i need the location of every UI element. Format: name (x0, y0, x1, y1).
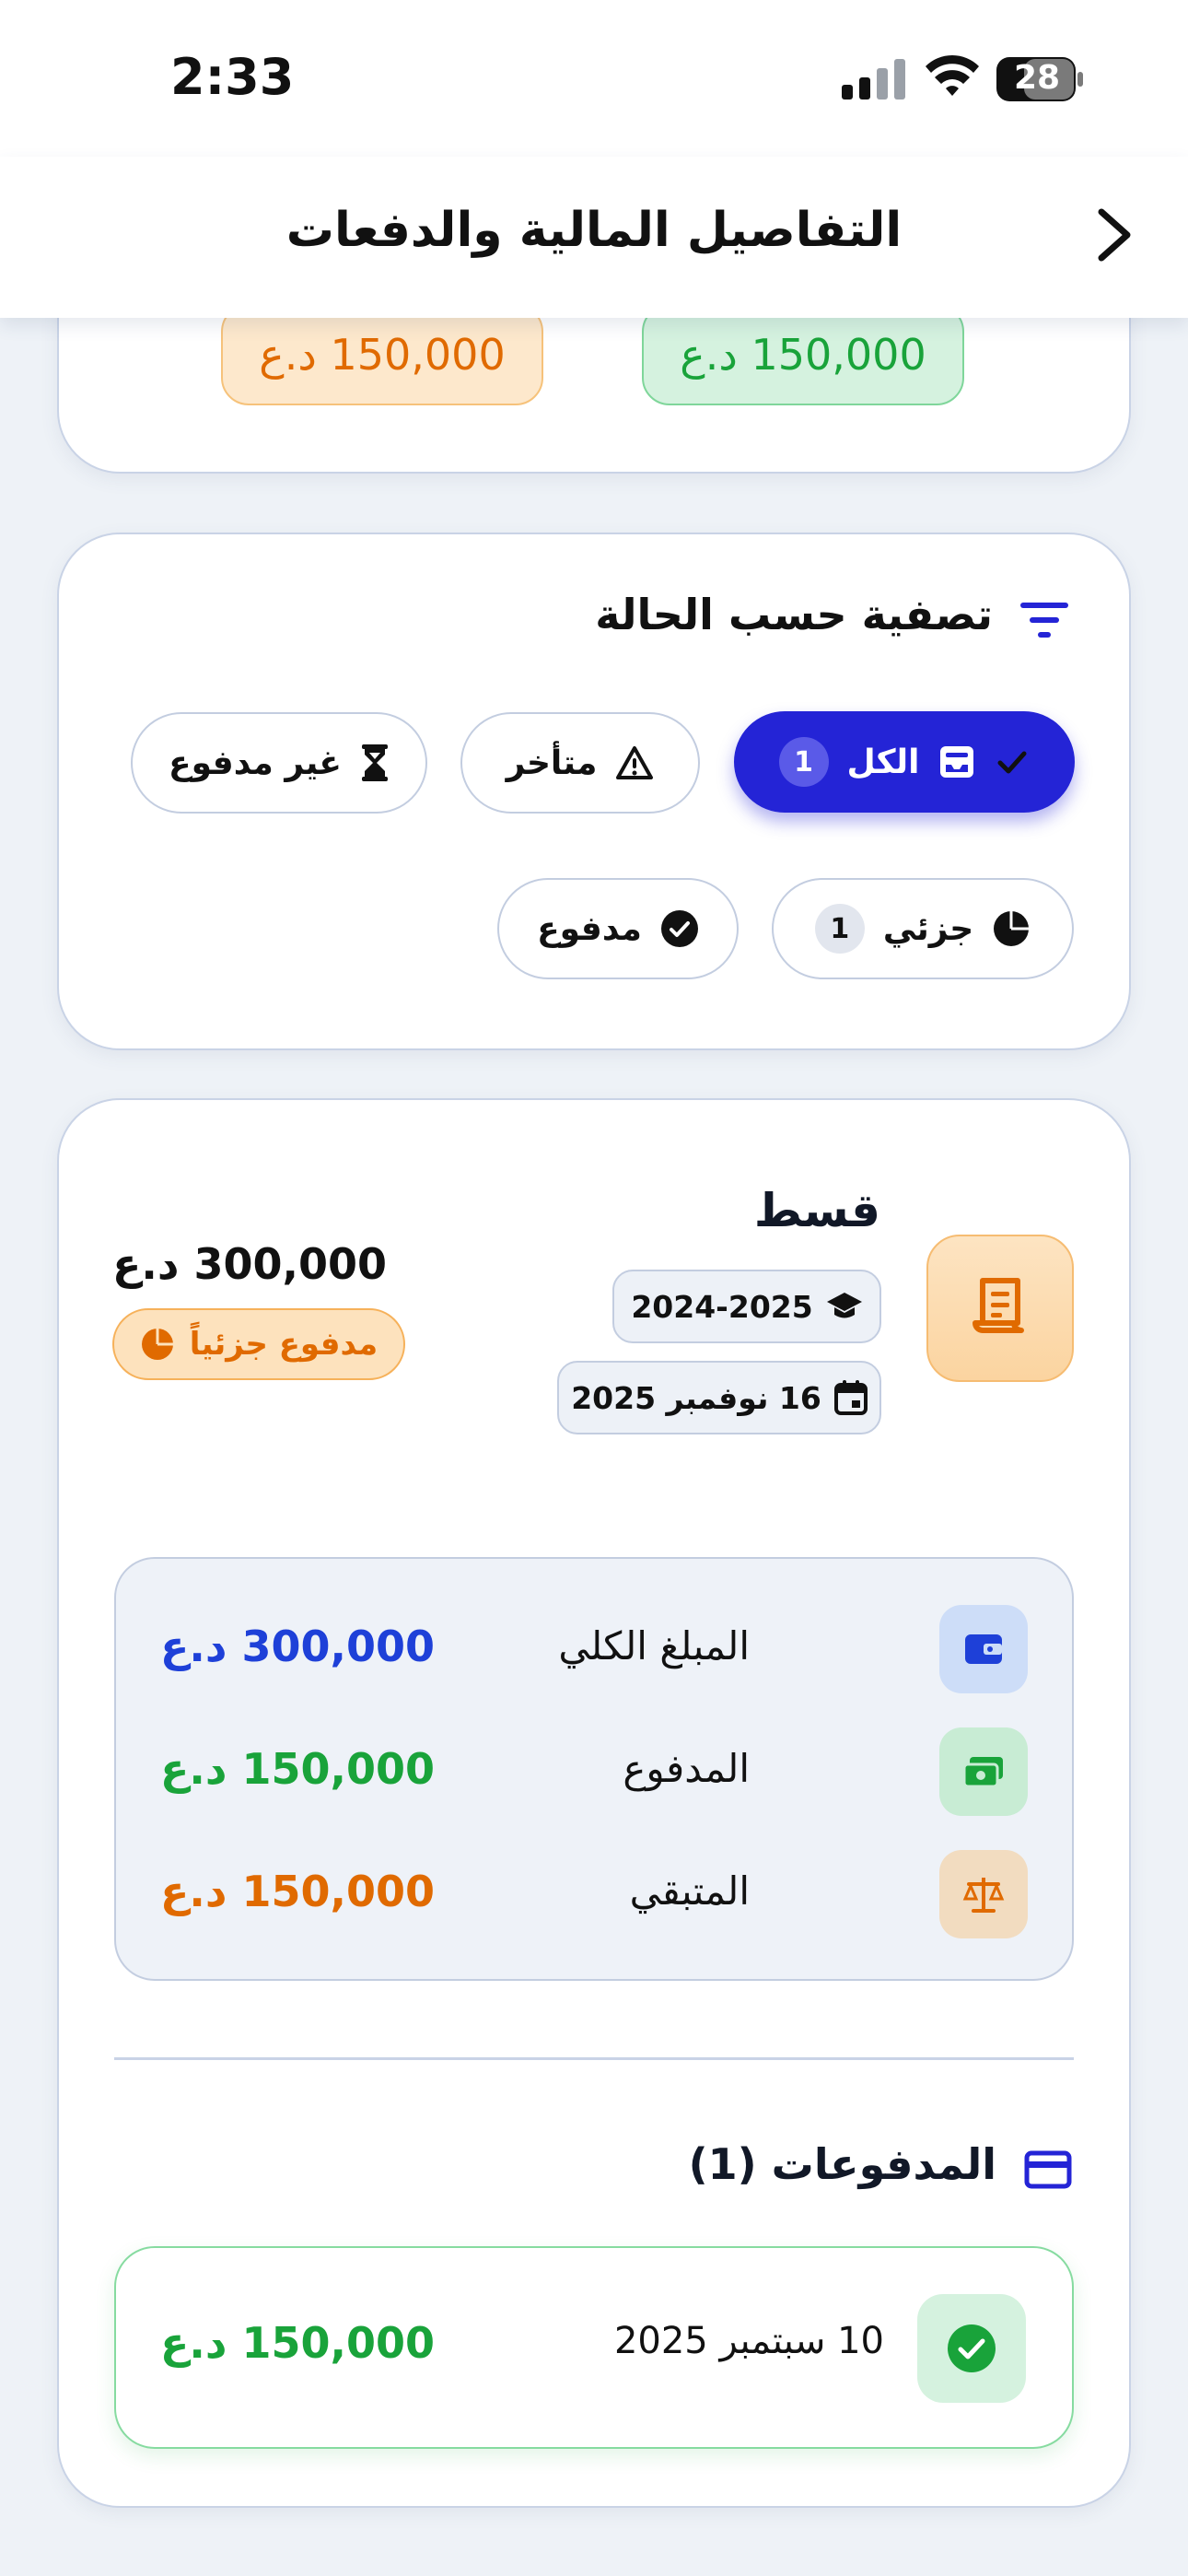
scale-icon-box (939, 1850, 1028, 1938)
installment-total: 300,000 د.ع (112, 1239, 388, 1289)
remaining-amount-value: 150,000 د.ع (160, 1867, 436, 1916)
page-title: التفاصيل المالية والدفعات (285, 203, 903, 258)
inbox-icon (940, 746, 974, 778)
academic-year-text: 2024-2025 (631, 1288, 813, 1325)
wallet-icon (965, 1634, 1002, 1664)
status-badge: مدفوع جزئياً (112, 1308, 405, 1380)
payment-status-icon-box (917, 2294, 1026, 2403)
battery-level: 28 (1013, 59, 1061, 97)
wifi-icon (926, 54, 979, 96)
credit-card-icon (1024, 2150, 1072, 2189)
filter-icon (1020, 603, 1068, 638)
payment-date: 10 سبتمبر 2025 (613, 2320, 884, 2362)
battery-icon: 28 (996, 57, 1085, 101)
remaining-amount-pill: 150,000 د.ع (221, 304, 543, 405)
calendar-icon (833, 1380, 868, 1415)
total-amount-row: المبلغ الكلي 300,000 د.ع (114, 1603, 1074, 1695)
filter-chip-paid[interactable]: مدفوع (497, 878, 739, 979)
due-date-tag: 16 نوفمبر 2025 (557, 1361, 881, 1434)
total-amount-label: المبلغ الكلي (558, 1623, 750, 1669)
filter-chip-partial[interactable]: جزئي 1 (772, 878, 1074, 979)
filter-chip-unpaid[interactable]: غير مدفوع (131, 712, 427, 814)
remaining-amount-label: المتبقي (629, 1868, 750, 1914)
filter-chip-all[interactable]: الكل 1 (734, 711, 1075, 813)
paid-amount-value: 150,000 د.ع (160, 1744, 436, 1794)
chevron-right-icon[interactable] (1087, 203, 1142, 267)
checkmark-icon (997, 751, 1027, 774)
remaining-amount-row: المتبقي 150,000 د.ع (114, 1848, 1074, 1940)
filter-chip-late[interactable]: متأخر (460, 712, 700, 814)
status-bar: 2:33 28 (0, 0, 1188, 157)
installment-title: قسط (753, 1184, 880, 1237)
wallet-icon-box (939, 1605, 1028, 1693)
money-icon (962, 1757, 1003, 1788)
filter-chip-all-label: الكل (846, 743, 920, 781)
navigation-bar: التفاصيل المالية والدفعات (0, 157, 1188, 318)
payments-title: المدفوعات (1) (688, 2139, 996, 2189)
pie-chart-icon (994, 911, 1030, 946)
paid-amount-row: المدفوع 150,000 د.ع (114, 1726, 1074, 1818)
money-icon-box (939, 1727, 1028, 1816)
receipt-icon (973, 1278, 1024, 1333)
filter-title: تصفية حسب الحالة (595, 590, 993, 639)
warning-icon (616, 746, 654, 779)
status-text: مدفوع جزئياً (189, 1326, 379, 1363)
filter-chip-unpaid-label: غير مدفوع (168, 744, 343, 782)
paid-amount-label: المدفوع (623, 1746, 750, 1791)
balance-scale-icon (962, 1878, 1005, 1913)
total-amount-value: 300,000 د.ع (160, 1622, 436, 1671)
filter-chip-partial-count: 1 (814, 904, 865, 954)
paid-amount-pill: 150,000 د.ع (642, 304, 964, 405)
filter-chip-all-count: 1 (778, 737, 829, 787)
cellular-signal-icon (842, 59, 905, 100)
filter-chip-paid-label: مدفوع (537, 909, 642, 948)
receipt-icon-box (926, 1235, 1074, 1382)
payment-amount: 150,000 د.ع (160, 2318, 436, 2368)
filter-chip-late-label: متأخر (506, 744, 598, 782)
divider (114, 2057, 1074, 2060)
pie-chart-icon (141, 1329, 173, 1360)
filter-chip-partial-label: جزئي (882, 909, 974, 948)
check-circle-icon (948, 2324, 996, 2372)
hourglass-icon (362, 744, 389, 781)
due-date-text: 16 نوفمبر 2025 (571, 1379, 821, 1416)
check-circle-icon (660, 910, 698, 947)
academic-year-tag: 2024-2025 (612, 1270, 881, 1343)
status-time: 2:33 (170, 48, 295, 106)
graduation-cap-icon (826, 1293, 862, 1318)
